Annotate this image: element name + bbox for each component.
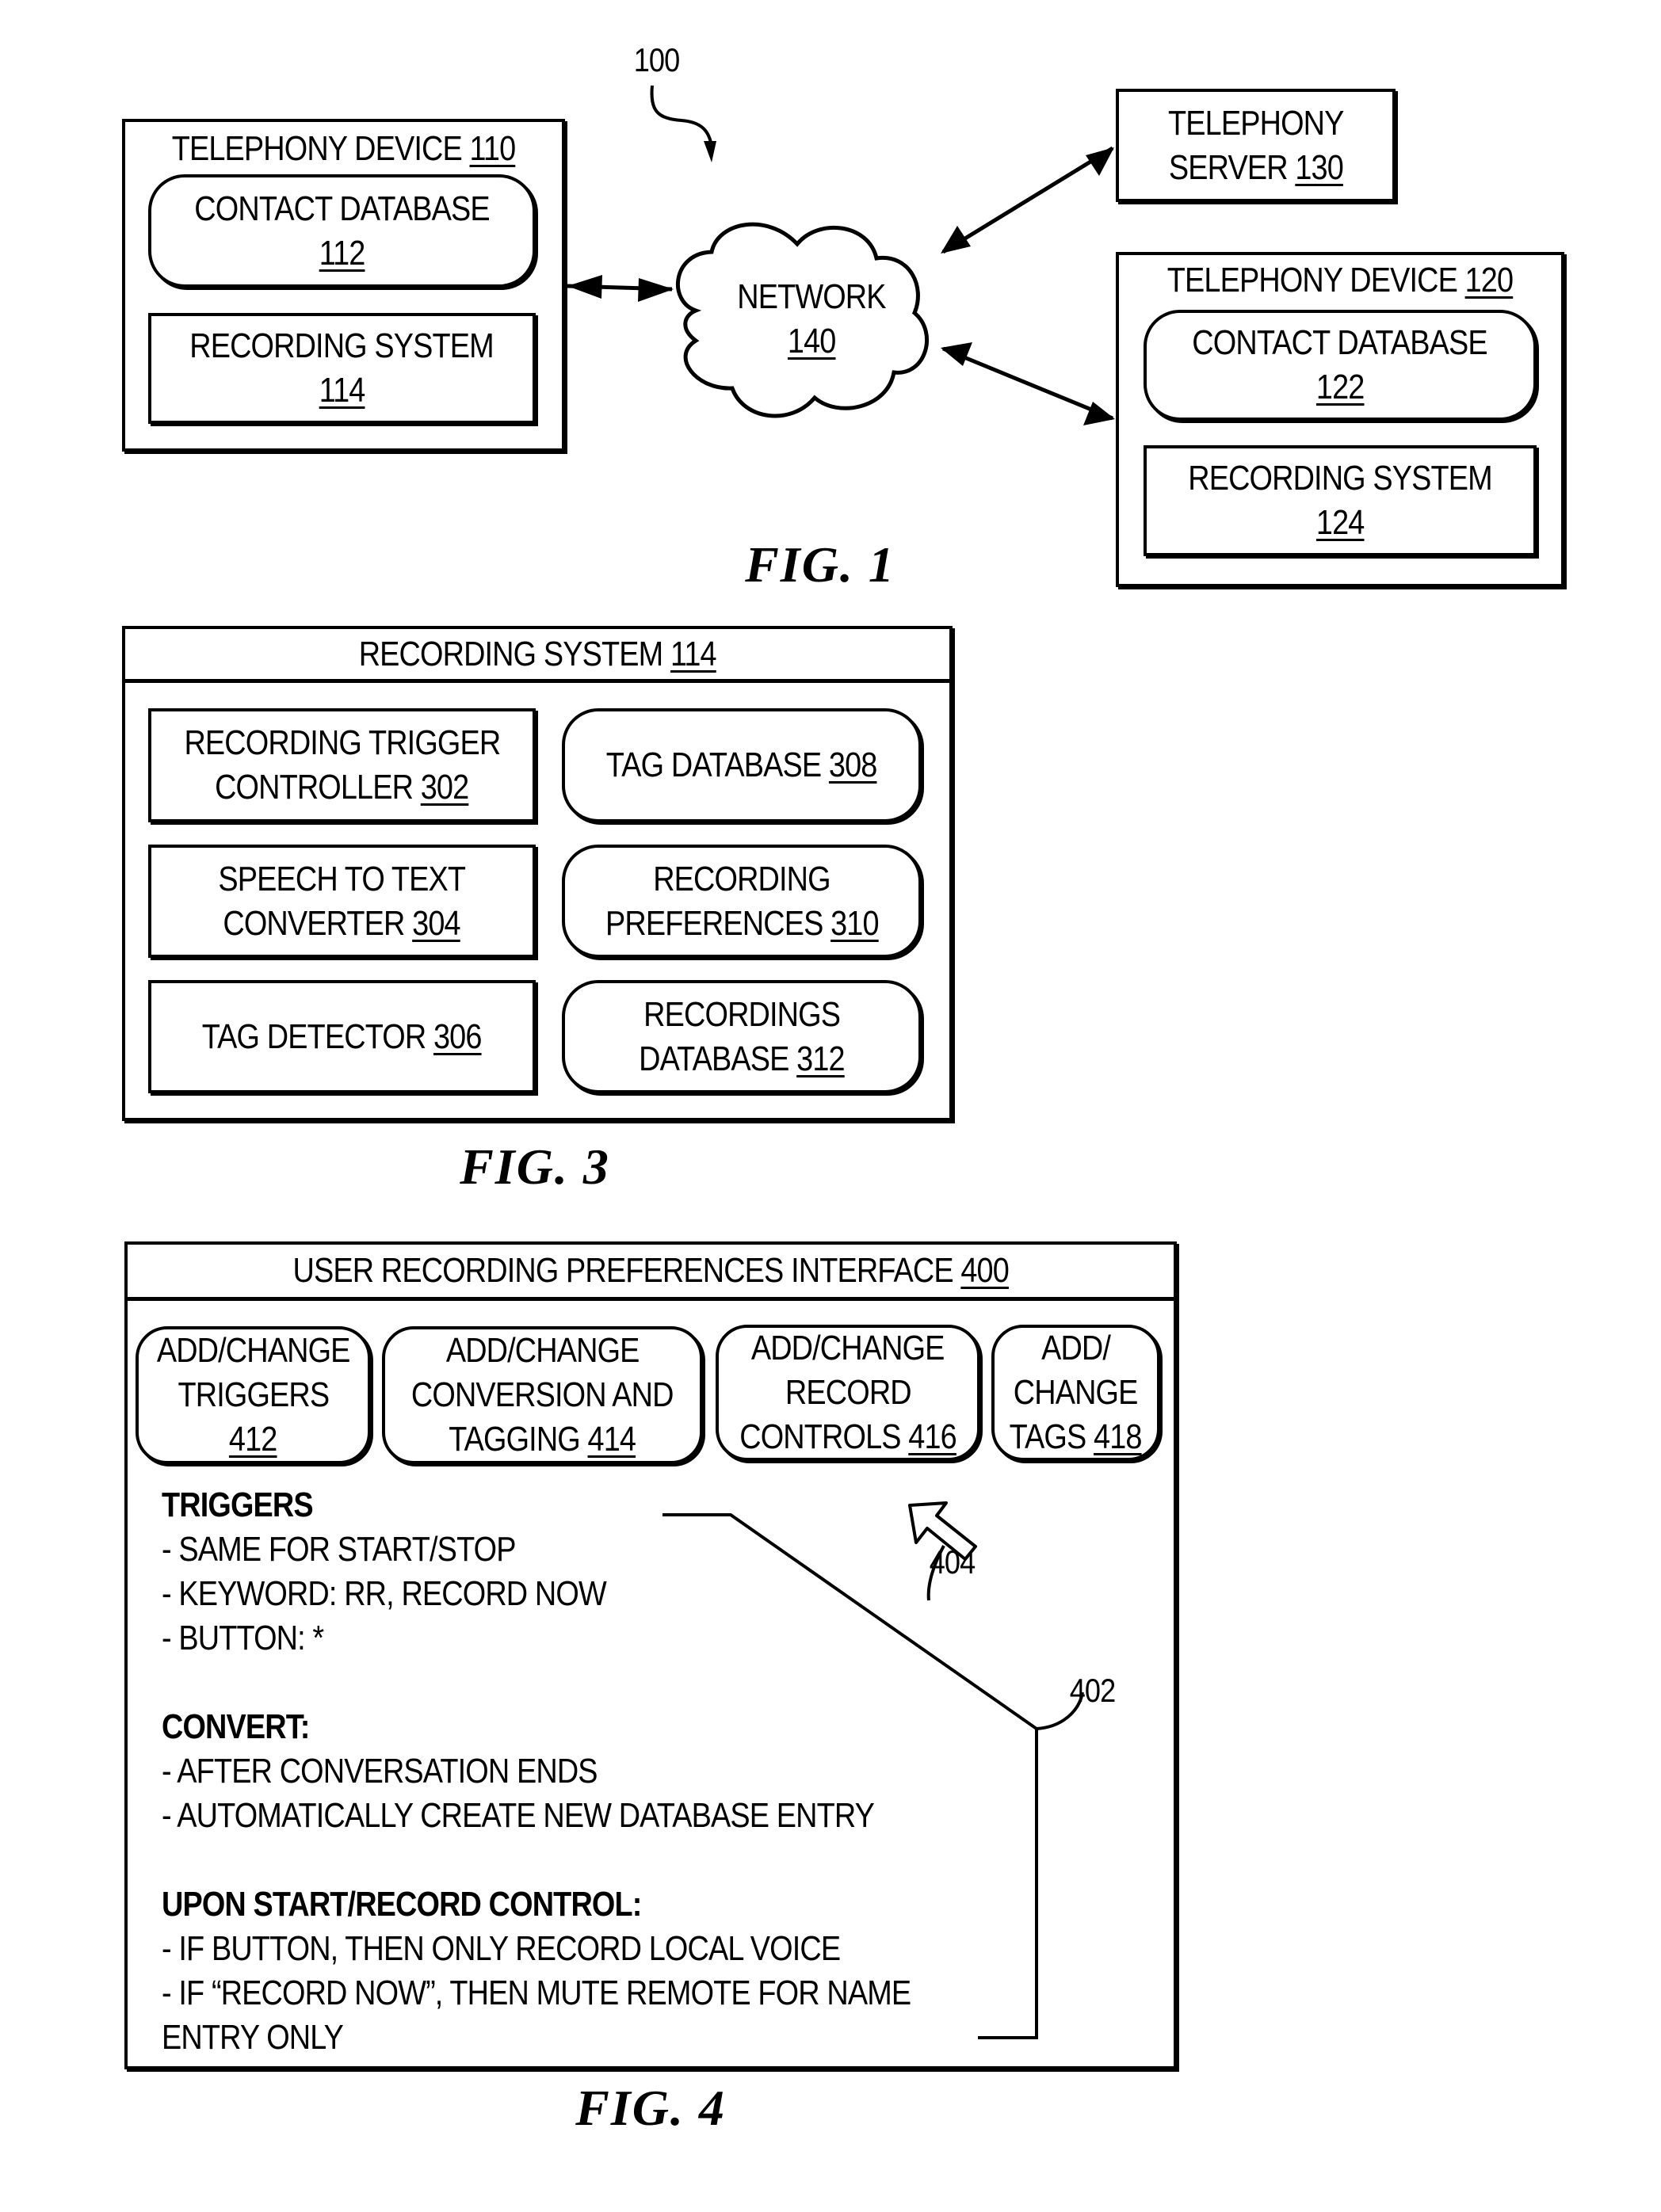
fig1-ref-label: 100: [630, 41, 683, 79]
settings-item: ENTRY ONLY: [162, 2018, 344, 2057]
ref-100-leader: [650, 85, 713, 147]
settings-item: - AUTOMATICALLY CREATE NEW DATABASE ENTR…: [162, 1796, 875, 1835]
server-title-line2: SERVER: [1168, 147, 1295, 187]
device-110-title: TELEPHONY DEVICE 110: [171, 129, 516, 168]
telephony-device-120[interactable]: TELEPHONY DEVICE 120 CONTACT DATABASE 12…: [1116, 252, 1564, 587]
settings-heading-convert: CONVERT:: [162, 1707, 310, 1746]
contact-db-112-title: CONTACT DATABASE: [194, 189, 490, 228]
network-num: 140: [787, 322, 836, 360]
ref-100-arrowhead: [704, 141, 716, 162]
fig4-header-num: 400: [960, 1251, 1009, 1290]
ref-404-label: 404: [926, 1543, 979, 1581]
component-line1: RECORDINGS: [643, 994, 841, 1034]
component-line1: RECORDING: [653, 859, 830, 898]
add-change-tags-button-418[interactable]: ADD/ CHANGE TAGS 418: [991, 1325, 1160, 1461]
recording-system-114[interactable]: RECORDING SYSTEM 114: [148, 313, 536, 424]
component-num: 304: [412, 903, 461, 943]
button-line2: CHANGE: [1014, 1373, 1139, 1412]
contact-database-122[interactable]: CONTACT DATABASE 122: [1144, 310, 1537, 421]
add-change-triggers-button-412[interactable]: ADD/CHANGE TRIGGERS 412: [136, 1326, 371, 1464]
component-num: 310: [830, 903, 879, 943]
settings-item: - IF BUTTON, THEN ONLY RECORD LOCAL VOIC…: [162, 1929, 841, 1968]
component-num: 306: [433, 1016, 482, 1056]
network-label: NETWORK 140: [664, 214, 959, 425]
component-line2: PREFERENCES: [605, 903, 830, 943]
tag-detector-306[interactable]: TAG DETECTOR 306: [148, 980, 536, 1093]
fig3-header-num: 114: [670, 634, 717, 673]
component-line1: SPEECH TO TEXT: [218, 859, 467, 898]
button-line2: TRIGGERS: [178, 1375, 330, 1414]
tag-database-308[interactable]: TAG DATABASE 308: [562, 708, 922, 822]
fig4-header-title: USER RECORDING PREFERENCES INTERFACE: [292, 1251, 961, 1290]
button-num: 414: [587, 1420, 636, 1459]
contact-db-122-num: 122: [1315, 368, 1365, 406]
component-line2: CONVERTER: [223, 903, 413, 943]
button-line3: TAGGING: [449, 1420, 588, 1459]
add-change-conversion-tagging-button-414[interactable]: ADD/CHANGE CONVERSION AND TAGGING 414: [382, 1326, 703, 1464]
component-line2: CONTROLLER: [215, 768, 422, 807]
recording-system-124-num: 124: [1315, 503, 1365, 542]
contact-db-122-title: CONTACT DATABASE: [1192, 323, 1488, 362]
recordings-database-312[interactable]: RECORDINGS DATABASE 312: [562, 980, 922, 1093]
button-line1: ADD/CHANGE: [156, 1331, 351, 1370]
component-num: 302: [421, 768, 469, 807]
arrow-network-server: [941, 146, 1114, 254]
recording-trigger-controller-302[interactable]: RECORDING TRIGGER CONTROLLER 302: [148, 708, 536, 822]
ref-100: 100: [633, 41, 681, 78]
settings-item: - KEYWORD: RR, RECORD NOW: [162, 1574, 607, 1613]
fig4-caption: FIG. 4: [575, 2080, 726, 2136]
server-title-line1: TELEPHONY: [1167, 103, 1344, 143]
recording-system-124[interactable]: RECORDING SYSTEM 124: [1144, 445, 1537, 556]
recording-system-124-title: RECORDING SYSTEM: [1188, 459, 1492, 498]
contact-database-112[interactable]: CONTACT DATABASE 112: [148, 174, 536, 288]
device-120-title: TELEPHONY DEVICE 120: [1167, 261, 1514, 299]
component-line2: DATABASE: [639, 1039, 797, 1078]
arrow-device110-network: [567, 275, 674, 302]
button-num: 418: [1094, 1417, 1143, 1456]
contact-db-112-num: 112: [319, 233, 366, 273]
recording-system-114-num: 114: [319, 371, 366, 410]
ref-402: 402: [1069, 1672, 1117, 1709]
telephony-server-130[interactable]: TELEPHONY SERVER 130: [1116, 89, 1396, 202]
fig3-header: RECORDING SYSTEM 114: [125, 629, 949, 683]
button-line2: RECORD: [785, 1373, 912, 1412]
fig3-header-title: RECORDING SYSTEM: [358, 634, 670, 673]
network-140[interactable]: NETWORK 140: [664, 214, 959, 425]
button-line2: CONVERSION AND: [411, 1375, 674, 1414]
settings-item: - SAME FOR START/STOP: [162, 1530, 516, 1569]
component-line2: TAG DETECTOR: [202, 1016, 434, 1056]
settings-item: - IF “RECORD NOW”, THEN MUTE REMOTE FOR …: [162, 1974, 911, 2012]
button-num: 412: [229, 1420, 277, 1459]
ref-402-label: 402: [1066, 1672, 1119, 1710]
arrow-network-device120: [941, 342, 1115, 425]
fig1-caption: FIG. 1: [745, 536, 895, 593]
component-line2: TAG DATABASE: [606, 746, 830, 784]
network-title: NETWORK: [737, 277, 886, 316]
fig3-caption: FIG. 3: [460, 1138, 610, 1195]
settings-item: - AFTER CONVERSATION ENDS: [162, 1752, 598, 1791]
button-line3: CONTROLS: [739, 1417, 909, 1456]
ref-404: 404: [929, 1543, 976, 1581]
button-line1: ADD/CHANGE: [445, 1331, 640, 1370]
settings-heading-triggers: TRIGGERS: [162, 1485, 314, 1524]
button-line1: ADD/: [1041, 1329, 1111, 1367]
recording-system-114-title: RECORDING SYSTEM: [189, 326, 494, 365]
settings-heading-record-control: UPON START/RECORD CONTROL:: [162, 1885, 642, 1924]
button-line3: TAGS: [1009, 1417, 1094, 1456]
speech-to-text-converter-304[interactable]: SPEECH TO TEXT CONVERTER 304: [148, 845, 536, 958]
recording-preferences-310[interactable]: RECORDING PREFERENCES 310: [562, 845, 922, 958]
fig4-header: USER RECORDING PREFERENCES INTERFACE 400: [128, 1245, 1174, 1301]
add-change-record-controls-button-416[interactable]: ADD/CHANGE RECORD CONTROLS 416: [716, 1325, 980, 1461]
component-num: 312: [796, 1039, 845, 1078]
component-line1: RECORDING TRIGGER: [184, 723, 501, 762]
server-num: 130: [1294, 147, 1343, 187]
settings-item: - BUTTON: *: [162, 1619, 324, 1657]
button-line1: ADD/CHANGE: [751, 1329, 945, 1367]
component-num: 308: [829, 746, 877, 784]
telephony-device-110[interactable]: TELEPHONY DEVICE 110 CONTACT DATABASE 11…: [122, 119, 565, 452]
button-num: 416: [908, 1417, 957, 1456]
